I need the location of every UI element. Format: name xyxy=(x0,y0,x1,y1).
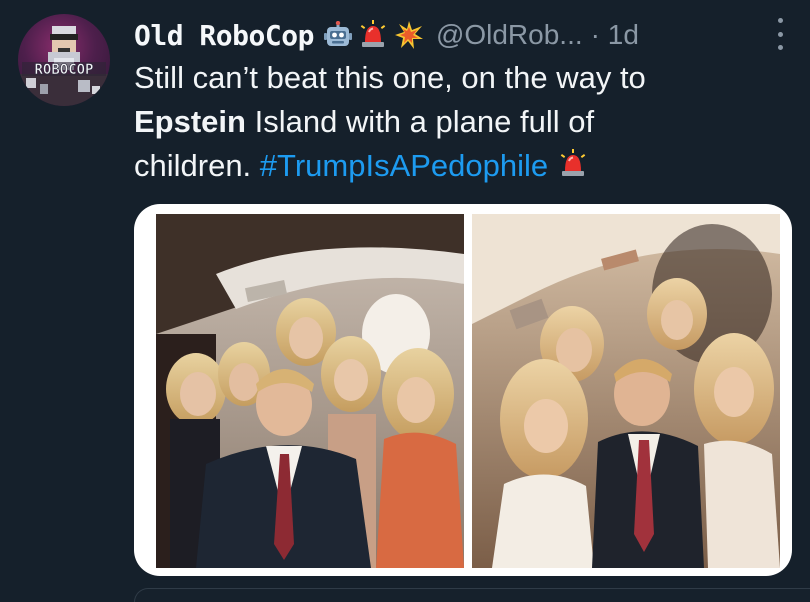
avatar[interactable]: ROBOCOP xyxy=(18,14,110,106)
photo-right[interactable] xyxy=(472,214,780,568)
tweet-text-line3: children. xyxy=(134,148,260,183)
tweet-text-bold: Epstein xyxy=(134,104,246,139)
tweet-text: Still can’t beat this one, on the way to… xyxy=(134,56,774,192)
name-badges xyxy=(323,20,424,50)
photo-left-image xyxy=(156,214,464,568)
collision-icon xyxy=(394,21,423,49)
avatar-logo-text: ROBOCOP xyxy=(34,62,93,78)
siren-icon xyxy=(360,20,386,47)
photo-right-image xyxy=(472,214,780,568)
tweet[interactable]: ROBOCOP Old RoboCop @OldRob... · 1d Stil… xyxy=(0,0,810,602)
robocop-avatar-art: ROBOCOP xyxy=(18,26,110,106)
next-item-edge xyxy=(134,588,810,602)
display-name[interactable]: Old RoboCop xyxy=(134,19,314,52)
robot-icon xyxy=(323,21,352,46)
tweet-text-line2: Island with a plane full of xyxy=(245,104,595,139)
handle[interactable]: @OldRob... xyxy=(436,19,583,51)
siren-icon xyxy=(558,148,588,192)
photo-left[interactable] xyxy=(156,214,464,568)
hashtag-link[interactable]: #TrumpIsAPedophile xyxy=(260,148,548,183)
tweet-header: Old RoboCop @OldRob... · 1d xyxy=(134,12,784,58)
timestamp[interactable]: · 1d xyxy=(591,19,639,51)
more-vertical-icon[interactable] xyxy=(774,14,786,54)
tweet-text-line1: Still can’t beat this one, on the way to xyxy=(134,60,646,95)
media-attachment[interactable] xyxy=(134,204,792,576)
